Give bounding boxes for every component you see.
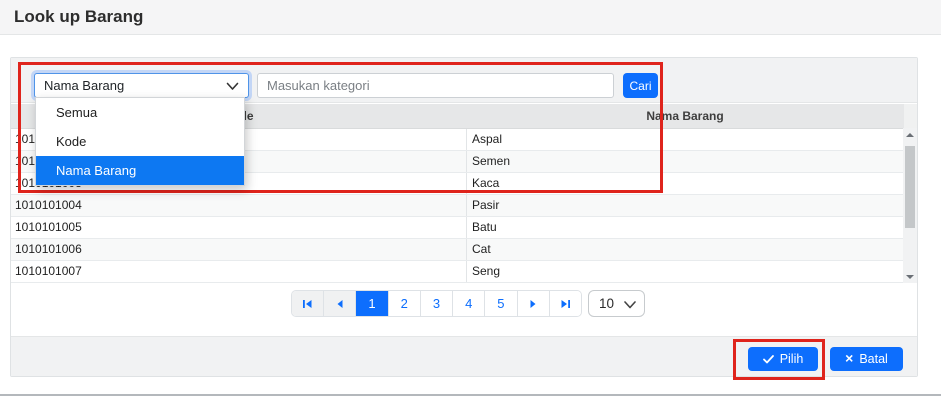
last-page-icon <box>560 299 571 309</box>
column-header-nama-barang: Nama Barang <box>466 104 904 128</box>
page-button-5[interactable]: 5 <box>484 291 516 316</box>
dropdown-option-nama-barang[interactable]: Nama Barang <box>36 156 244 185</box>
page-button-2[interactable]: 2 <box>388 291 420 316</box>
search-field-select[interactable]: Nama Barang <box>34 73 249 98</box>
first-page-button[interactable] <box>292 291 323 316</box>
prev-page-button[interactable] <box>323 291 355 316</box>
cell-nama: Pasir <box>466 195 903 216</box>
search-field-selected-value: Nama Barang <box>44 78 124 93</box>
table-row[interactable]: 1010101004 Pasir <box>11 195 903 217</box>
pilih-button[interactable]: Pilih <box>748 347 818 371</box>
dropdown-option-semua[interactable]: Semua <box>36 98 244 127</box>
cell-kode: 1010101007 <box>11 261 466 282</box>
search-field-dropdown: Semua Kode Nama Barang <box>35 97 245 186</box>
prev-page-icon <box>336 299 344 309</box>
page-button-1[interactable]: 1 <box>355 291 387 316</box>
table-header-gutter <box>904 104 917 128</box>
page-size-value: 10 <box>599 296 614 311</box>
scroll-down-icon[interactable] <box>903 270 917 283</box>
scrollbar-thumb[interactable] <box>905 146 915 228</box>
table-row[interactable]: 1010101006 Cat <box>11 239 903 261</box>
chevron-down-icon <box>226 82 239 91</box>
cari-button[interactable]: Cari <box>623 73 658 98</box>
last-page-button[interactable] <box>549 291 581 316</box>
cell-kode: 1010101006 <box>11 239 466 260</box>
next-page-icon <box>529 299 537 309</box>
table-row[interactable]: 1010101007 Seng <box>11 261 903 283</box>
search-input[interactable] <box>257 73 614 98</box>
page-button-4[interactable]: 4 <box>452 291 484 316</box>
cell-nama: Aspal <box>466 129 903 150</box>
next-page-button[interactable] <box>517 291 549 316</box>
modal-header: Look up Barang <box>0 0 941 35</box>
chevron-down-icon <box>624 301 636 309</box>
lookup-barang-modal: Look up Barang Nama Barang Cari Kode Nam… <box>0 0 941 402</box>
first-page-icon <box>302 299 313 309</box>
cell-nama: Batu <box>466 217 903 238</box>
dropdown-option-kode[interactable]: Kode <box>36 127 244 156</box>
x-icon: × <box>845 351 853 365</box>
cell-nama: Seng <box>466 261 903 282</box>
cell-kode: 1010101004 <box>11 195 466 216</box>
check-icon <box>763 355 774 364</box>
page-title: Look up Barang <box>14 7 143 27</box>
batal-button[interactable]: × Batal <box>830 347 903 371</box>
table-scrollbar[interactable] <box>903 128 917 283</box>
table-row[interactable]: 1010101005 Batu <box>11 217 903 239</box>
modal-bottom-divider <box>0 394 941 396</box>
pagination: 1 2 3 4 5 <box>291 290 582 317</box>
cell-kode: 1010101005 <box>11 217 466 238</box>
scroll-up-icon[interactable] <box>903 128 917 141</box>
cell-nama: Cat <box>466 239 903 260</box>
batal-label: Batal <box>859 352 888 366</box>
page-size-select[interactable]: 10 <box>588 290 645 317</box>
page-button-3[interactable]: 3 <box>420 291 452 316</box>
pilih-label: Pilih <box>780 352 804 366</box>
cell-nama: Kaca <box>466 173 903 194</box>
cell-nama: Semen <box>466 151 903 172</box>
